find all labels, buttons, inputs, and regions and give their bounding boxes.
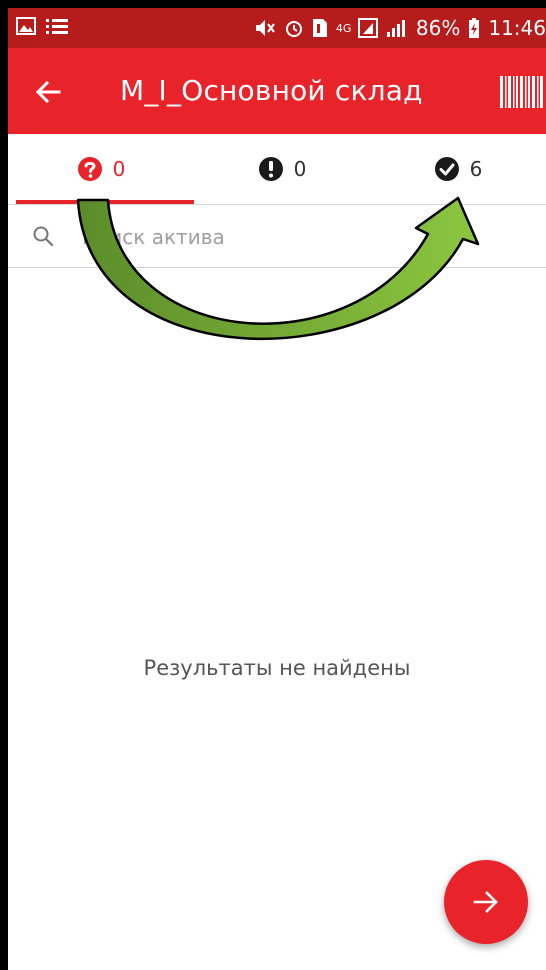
- battery-charging-icon: [469, 18, 480, 38]
- tab-problems[interactable]: 0: [194, 134, 370, 204]
- clock: 11:46: [488, 16, 546, 40]
- battery-percent: 86%: [415, 16, 461, 40]
- search-input[interactable]: [80, 217, 524, 257]
- tab-count: 0: [112, 157, 126, 181]
- arrow-left-icon: [35, 80, 61, 104]
- status-right-icons: 4G 86% 11:46: [254, 16, 546, 40]
- search-icon: [32, 225, 54, 251]
- arrow-right-icon: [473, 891, 498, 913]
- exclamation-circle-icon: [258, 157, 283, 181]
- mute-icon: [255, 20, 275, 36]
- alarm-icon: [285, 21, 302, 37]
- active-tab-indicator: [16, 200, 194, 204]
- back-button[interactable]: [26, 70, 70, 114]
- signal-box-icon: [357, 18, 378, 38]
- tab-count: 6: [469, 157, 483, 181]
- barcode-scan-button[interactable]: [498, 72, 546, 112]
- network-type-label: 4G: [335, 21, 352, 35]
- question-circle-icon: [77, 157, 102, 181]
- gallery-icon: [16, 17, 36, 35]
- list-icon: [46, 19, 68, 34]
- phone-screen: 4G 86% 11:46 M_I_Основной склад 0 0 6 По…: [0, 0, 546, 970]
- sim-icon: [312, 19, 327, 37]
- status-bar: 4G 86% 11:46: [8, 8, 546, 48]
- tab-count: 0: [293, 157, 307, 181]
- signal-bars-icon: [386, 20, 405, 37]
- app-bar: M_I_Основной склад: [8, 48, 546, 134]
- barcode-icon: [500, 76, 543, 108]
- tab-found[interactable]: 6: [370, 134, 546, 204]
- search-bar: [8, 205, 546, 268]
- status-left-icons: [16, 17, 68, 35]
- empty-results-message: Результаты не найдены: [143, 656, 411, 680]
- check-circle-icon: [434, 157, 459, 181]
- next-button[interactable]: [444, 860, 528, 944]
- tab-unchecked[interactable]: 0: [8, 134, 194, 204]
- page-title: M_I_Основной склад: [120, 74, 423, 107]
- status-tabs: 0 0 6: [8, 134, 546, 205]
